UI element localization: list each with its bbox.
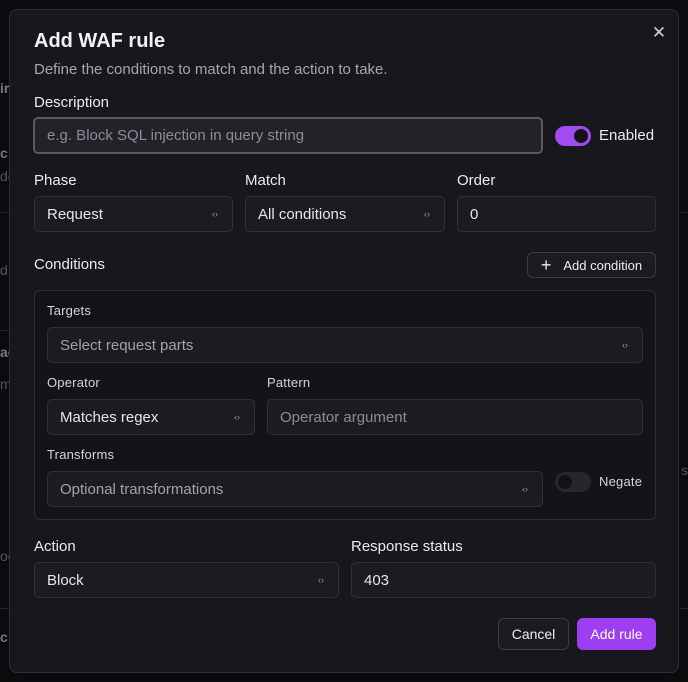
plus-icon: + <box>540 255 552 275</box>
dialog-subtitle: Define the conditions to match and the a… <box>34 61 388 78</box>
chevron-up-down-icon: ‹› <box>522 484 528 494</box>
operator-value: Matches regex <box>60 408 159 426</box>
add-condition-label: Add condition <box>563 257 643 273</box>
add-rule-label: Add rule <box>590 626 643 642</box>
negate-label: Negate <box>599 474 643 489</box>
transforms-label: Transforms <box>47 447 115 462</box>
response-status-value: 403 <box>364 571 390 589</box>
add-waf-rule-dialog: ✕ Add WAF rule Define the conditions to … <box>9 9 679 673</box>
close-icon[interactable]: ✕ <box>649 23 669 43</box>
negate-toggle[interactable] <box>555 472 591 492</box>
match-value: All conditions <box>258 205 347 223</box>
operator-select[interactable]: Matches regex ‹› <box>47 399 255 435</box>
background-divider <box>680 608 688 609</box>
targets-label: Targets <box>47 303 92 318</box>
phase-label: Phase <box>34 172 77 189</box>
match-label: Match <box>245 172 286 189</box>
enabled-toggle[interactable] <box>555 126 591 146</box>
operator-label: Operator <box>47 375 100 390</box>
response-status-label: Response status <box>351 538 463 555</box>
phase-select[interactable]: Request ‹› <box>34 196 233 232</box>
chevron-up-down-icon: ‹› <box>318 575 324 585</box>
action-value: Block <box>47 571 84 589</box>
transforms-placeholder: Optional transformations <box>60 480 224 498</box>
add-condition-button[interactable]: + Add condition <box>527 252 656 278</box>
order-value: 0 <box>470 205 479 223</box>
toggle-knob <box>574 129 588 143</box>
background-text: s <box>681 462 688 478</box>
condition-panel: Targets Select request parts ‹› Operator… <box>34 290 656 520</box>
action-select[interactable]: Block ‹› <box>34 562 339 598</box>
background-divider <box>680 212 688 213</box>
chevron-up-down-icon: ‹› <box>424 209 430 219</box>
cancel-label: Cancel <box>511 626 556 642</box>
chevron-up-down-icon: ‹› <box>212 209 218 219</box>
add-rule-button[interactable]: Add rule <box>577 618 656 650</box>
transforms-select[interactable]: Optional transformations ‹› <box>47 471 543 507</box>
background-text: c <box>0 145 8 161</box>
pattern-input[interactable]: Operator argument <box>267 399 643 435</box>
enabled-label: Enabled <box>599 127 655 144</box>
dialog-title: Add WAF rule <box>34 30 166 52</box>
toggle-knob <box>558 475 572 489</box>
conditions-label: Conditions <box>34 256 105 273</box>
cancel-button[interactable]: Cancel <box>498 618 569 650</box>
action-label: Action <box>34 538 76 555</box>
match-select[interactable]: All conditions ‹› <box>245 196 445 232</box>
response-status-input[interactable]: 403 <box>351 562 656 598</box>
order-input[interactable]: 0 <box>457 196 656 232</box>
description-placeholder: e.g. Block SQL injection in query string <box>47 127 305 144</box>
targets-placeholder: Select request parts <box>60 336 194 354</box>
background-text: c <box>0 629 8 645</box>
chevron-up-down-icon: ‹› <box>622 340 628 350</box>
description-label: Description <box>34 94 110 111</box>
targets-select[interactable]: Select request parts ‹› <box>47 327 643 363</box>
phase-value: Request <box>47 205 103 223</box>
order-label: Order <box>457 172 496 189</box>
pattern-placeholder: Operator argument <box>280 408 407 426</box>
chevron-up-down-icon: ‹› <box>234 412 240 422</box>
pattern-label: Pattern <box>267 375 311 390</box>
background-text: d <box>0 262 8 278</box>
background-text: ir <box>0 80 10 96</box>
description-input[interactable]: e.g. Block SQL injection in query string <box>33 117 543 154</box>
